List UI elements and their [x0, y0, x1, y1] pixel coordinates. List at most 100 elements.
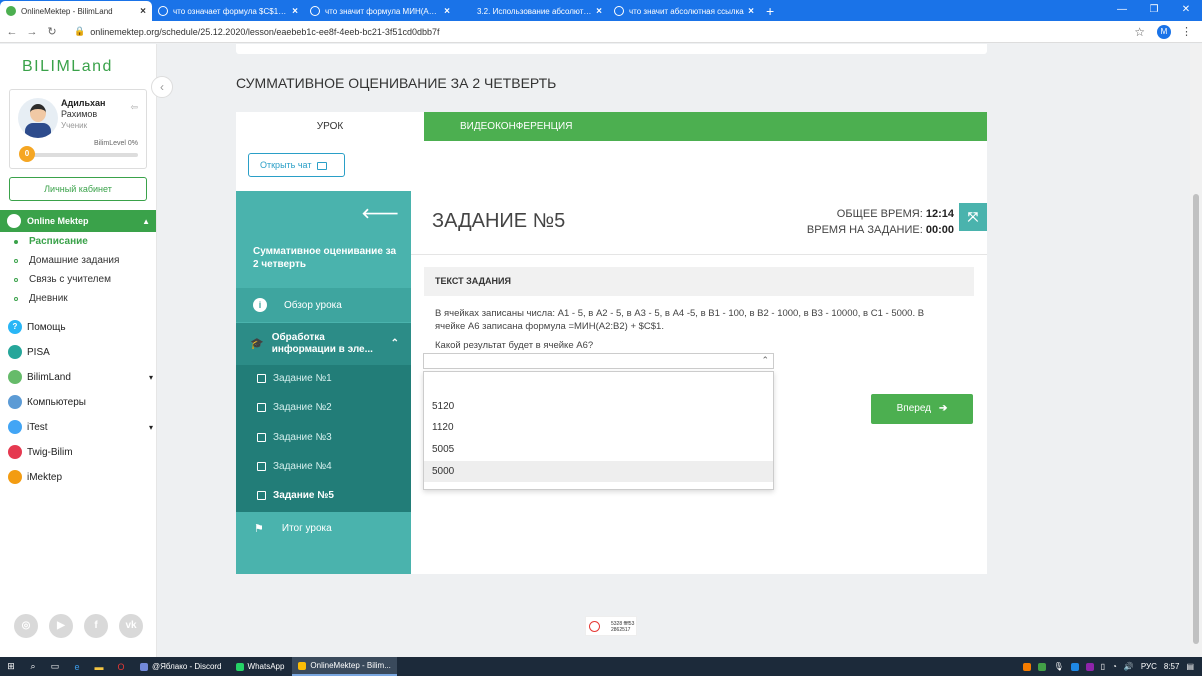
browser-tab[interactable]: что значит формула МИН(А2:В × [304, 1, 456, 21]
collapse-sidebar-icon[interactable]: ‹ [151, 76, 173, 98]
tab-lesson[interactable]: УРОК [236, 112, 424, 141]
computers-icon [8, 395, 22, 409]
lesson-navigation: 🡐 Суммативное оценивание за 2 четверть i… [236, 191, 411, 574]
url-field[interactable]: onlinemektep.org/schedule/25.12.2020/les… [90, 27, 1134, 37]
submenu-schedule[interactable]: Расписание [14, 236, 88, 247]
browser-tab[interactable]: 3.2. Использование абсолютны × [456, 1, 608, 21]
forward-button[interactable]: Вперед ➔ [871, 394, 973, 424]
edit-icon [257, 403, 266, 412]
facebook-icon[interactable]: f [84, 614, 108, 638]
fullscreen-icon[interactable]: ⤧ [959, 203, 987, 231]
tab-title: 3.2. Использование абсолютны [477, 6, 593, 16]
network-icon[interactable]: ◔ [1112, 662, 1117, 671]
task-label: Задание №2 [273, 402, 332, 413]
task-item-5[interactable]: Задание №5 [257, 490, 334, 501]
close-tab-icon[interactable]: × [444, 6, 450, 17]
submenu-diary[interactable]: Дневник [14, 293, 68, 304]
close-tab-icon[interactable]: × [596, 6, 602, 17]
clock[interactable]: 8:57 [1164, 662, 1180, 671]
taskbar-app-discord[interactable]: @Яблако - Discord [134, 657, 228, 676]
tray-app-icon[interactable] [1023, 662, 1032, 671]
profile-avatar[interactable]: M [1157, 24, 1171, 39]
minimize-icon[interactable]: — [1106, 0, 1138, 20]
answer-select[interactable]: ⌃ [423, 353, 774, 369]
answer-option[interactable]: 5120 [424, 396, 773, 417]
tab-videoconference[interactable]: ВИДЕОКОНФЕРЕНЦИЯ [424, 112, 987, 141]
page-scrollbar[interactable] [1190, 44, 1202, 657]
forward-label: Вперед [896, 403, 931, 414]
notifications-icon[interactable]: ▤ [1186, 662, 1194, 671]
menu-kebab-icon[interactable]: ⋮ [1181, 25, 1192, 38]
task-item-4[interactable]: Задание №4 [257, 461, 332, 472]
close-tab-icon[interactable]: × [292, 6, 298, 17]
lesson-overview-item[interactable]: i Обзор урока [236, 288, 411, 322]
vk-icon[interactable]: vk [119, 614, 143, 638]
bookmark-star-icon[interactable]: ☆ [1134, 25, 1145, 39]
taskbar-app-chrome[interactable]: OnlineMektep - Bilim... [292, 657, 397, 676]
browser-tab[interactable]: что означает формула $C$1 – G × [152, 1, 304, 21]
task-label: Задание №4 [273, 461, 332, 472]
whatsapp-icon [235, 662, 244, 671]
opera-icon[interactable]: O [110, 662, 132, 672]
close-tab-icon[interactable]: × [140, 6, 146, 17]
submenu-contact-teacher[interactable]: Связь с учителем [14, 274, 111, 285]
edit-icon [257, 433, 266, 442]
browser-tab[interactable]: OnlineMektep - BilimLand × [0, 1, 152, 21]
search-icon[interactable]: ⌕ [22, 661, 44, 672]
logout-icon[interactable]: ⇦ [130, 102, 138, 113]
close-tab-icon[interactable]: × [748, 6, 754, 17]
menu-bilimland[interactable]: BilimLand ▾ [8, 370, 153, 384]
menu-computers[interactable]: Компьютеры [8, 395, 153, 409]
tray-app-icon[interactable] [1070, 662, 1079, 671]
lock-icon[interactable]: 🔒 [74, 26, 85, 37]
youtube-icon[interactable]: ▶ [49, 614, 73, 638]
microphone-icon[interactable]: 🎙 [1053, 662, 1063, 671]
battery-icon[interactable]: ▯ [1101, 662, 1105, 671]
restore-icon[interactable]: ❐ [1138, 0, 1170, 20]
answer-option[interactable]: 5005 [424, 439, 773, 460]
back-arrow-icon[interactable]: 🡐 [361, 205, 399, 222]
windows-start-icon[interactable]: ⊞ [0, 661, 22, 672]
tray-app-icon[interactable] [1085, 662, 1094, 671]
question-text: Какой результат будет в ячейке A6? [435, 340, 594, 351]
lesson-summary-item[interactable]: ⚑ Итог урока [236, 511, 411, 545]
open-chat-button[interactable]: Открыть чат [248, 153, 345, 177]
instagram-icon[interactable]: ◎ [14, 614, 38, 638]
forward-icon[interactable]: → [24, 26, 40, 38]
bilimland-logo[interactable]: BILIMLand [22, 58, 113, 76]
edge-icon[interactable]: e [66, 662, 88, 672]
new-tab-button[interactable]: + [766, 1, 774, 21]
answer-option[interactable]: 5000 [424, 461, 773, 482]
answer-option[interactable]: 1120 [424, 417, 773, 438]
back-icon[interactable]: ← [4, 26, 20, 38]
browser-tab[interactable]: что значит абсолютная ссылка × [608, 1, 760, 21]
menu-label: iMektep [27, 471, 63, 483]
menu-imektep[interactable]: iMektep [8, 470, 153, 484]
lesson-card: УРОК ВИДЕОКОНФЕРЕНЦИЯ Открыть чат 🡐 Сумм… [236, 112, 987, 574]
menu-itest[interactable]: iTest ▾ [8, 420, 153, 434]
menu-twig-bilim[interactable]: Twig-Bilim [8, 445, 153, 459]
taskbar-app-whatsapp[interactable]: WhatsApp [230, 657, 291, 676]
menu-online-mektep[interactable]: Online Mektep ▲ [0, 210, 156, 232]
section-item[interactable]: 🎓 Обработка информации в эле... ⌃ [236, 323, 411, 365]
task-item-2[interactable]: Задание №2 [257, 402, 332, 413]
edit-icon [257, 462, 266, 471]
graduation-cap-icon: 🎓 [250, 338, 264, 350]
tray-app-icon[interactable] [1038, 662, 1047, 671]
reload-icon[interactable]: ↻ [44, 25, 60, 38]
level-badge: 0 [19, 146, 35, 162]
task-item-3[interactable]: Задание №3 [257, 432, 332, 443]
menu-help[interactable]: ? Помощь [8, 320, 153, 334]
task-view-icon[interactable]: ▭ [44, 661, 66, 672]
browser-tab-strip: OnlineMektep - BilimLand × что означает ф… [0, 0, 1202, 21]
folder-icon[interactable]: ▬ [88, 662, 110, 672]
volume-icon[interactable]: 🔊 [1124, 662, 1134, 671]
language-indicator[interactable]: РУС [1141, 662, 1157, 671]
menu-pisa[interactable]: PISA [8, 345, 153, 359]
submenu-homework[interactable]: Домашние задания [14, 255, 119, 266]
scrollbar-thumb[interactable] [1193, 194, 1199, 644]
personal-cabinet-button[interactable]: Личный кабинет [9, 177, 147, 201]
counter-widget: 5328 ffff53 2862517 [585, 616, 637, 636]
task-item-1[interactable]: Задание №1 [257, 373, 332, 384]
close-window-icon[interactable]: ✕ [1170, 0, 1202, 20]
